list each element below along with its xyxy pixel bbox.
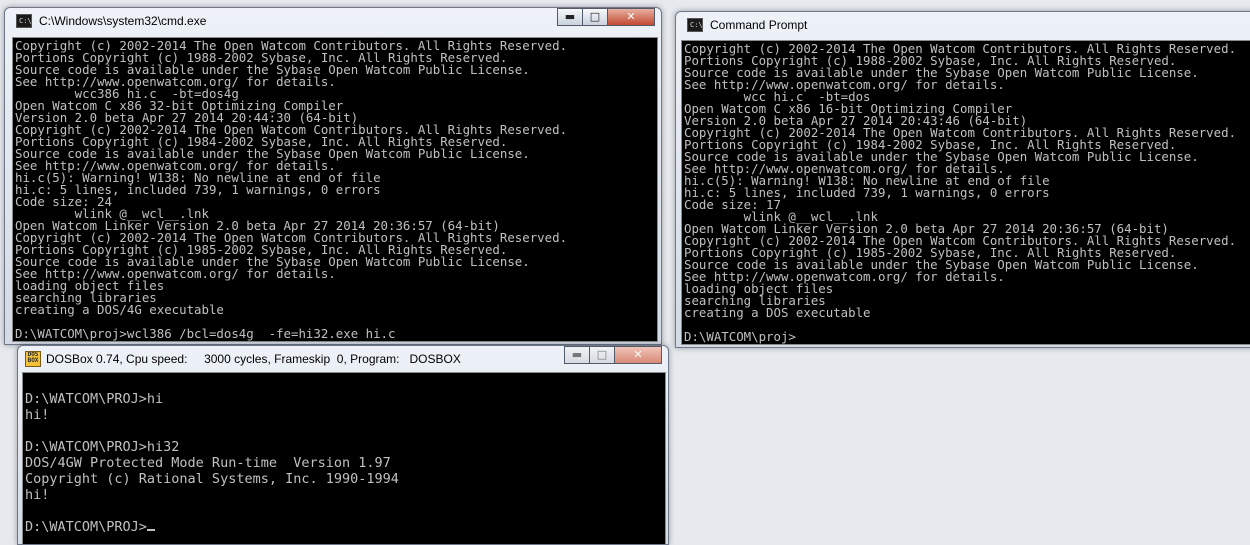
cmd-titlebar[interactable]: C:\ C:\Windows\system32\cmd.exe ▬ □ ✕ xyxy=(5,8,661,35)
cp-app-icon[interactable]: C:\ xyxy=(687,18,703,32)
console-line: D:\WATCOM\proj> xyxy=(684,329,796,344)
cmd-window[interactable]: C:\ C:\Windows\system32\cmd.exe ▬ □ ✕ Co… xyxy=(4,7,662,345)
maximize-button[interactable]: □ xyxy=(589,346,615,364)
dosbox-window-title: DOSBox 0.74, Cpu speed: 3000 cycles, Fra… xyxy=(46,352,461,366)
command-prompt-window[interactable]: C:\ Command Prompt Copyright (c) 2002-20… xyxy=(675,11,1250,348)
cmd-window-title: C:\Windows\system32\cmd.exe xyxy=(39,14,207,28)
close-button[interactable]: ✕ xyxy=(614,346,662,364)
console-line: D:\WATCOM\proj>wcl386 /bcl=dos4g -fe=hi3… xyxy=(15,326,396,341)
console-line: D:\WATCOM\PROJ>hi xyxy=(25,391,164,407)
dosbox-app-icon[interactable]: DOS BOX xyxy=(25,351,41,367)
dosbox-window[interactable]: DOS BOX DOSBox 0.74, Cpu speed: 3000 cyc… xyxy=(17,345,669,545)
console-line: hi! xyxy=(25,487,50,503)
close-button[interactable]: ✕ xyxy=(607,8,655,26)
minimize-button[interactable]: ▬ xyxy=(557,8,583,26)
cmd-app-icon[interactable]: C:\ xyxy=(16,14,32,28)
console-line: hi! xyxy=(25,407,50,423)
console-line: D:\WATCOM\PROJ>hi32 xyxy=(25,439,180,455)
maximize-button[interactable]: □ xyxy=(582,8,608,26)
minimize-button[interactable]: ▬ xyxy=(564,346,590,364)
console-line: creating a DOS executable xyxy=(684,305,871,320)
cmd-console-output[interactable]: Copyright (c) 2002-2014 The Open Watcom … xyxy=(12,37,658,342)
console-line: DOS/4GW Protected Mode Run-time Version … xyxy=(25,455,391,471)
cp-titlebar[interactable]: C:\ Command Prompt xyxy=(676,12,1250,39)
dosbox-screen[interactable]: D:\WATCOM\PROJ>hi hi! D:\WATCOM\PROJ>hi32… xyxy=(22,372,666,544)
cp-console-output[interactable]: Copyright (c) 2002-2014 The Open Watcom … xyxy=(681,40,1250,345)
dosbox-titlebar[interactable]: DOS BOX DOSBox 0.74, Cpu speed: 3000 cyc… xyxy=(18,346,668,373)
text-cursor xyxy=(146,529,155,531)
console-line: creating a DOS/4G executable xyxy=(15,302,224,317)
console-line: Copyright (c) Rational Systems, Inc. 199… xyxy=(25,471,399,487)
cp-window-title: Command Prompt xyxy=(710,18,808,32)
